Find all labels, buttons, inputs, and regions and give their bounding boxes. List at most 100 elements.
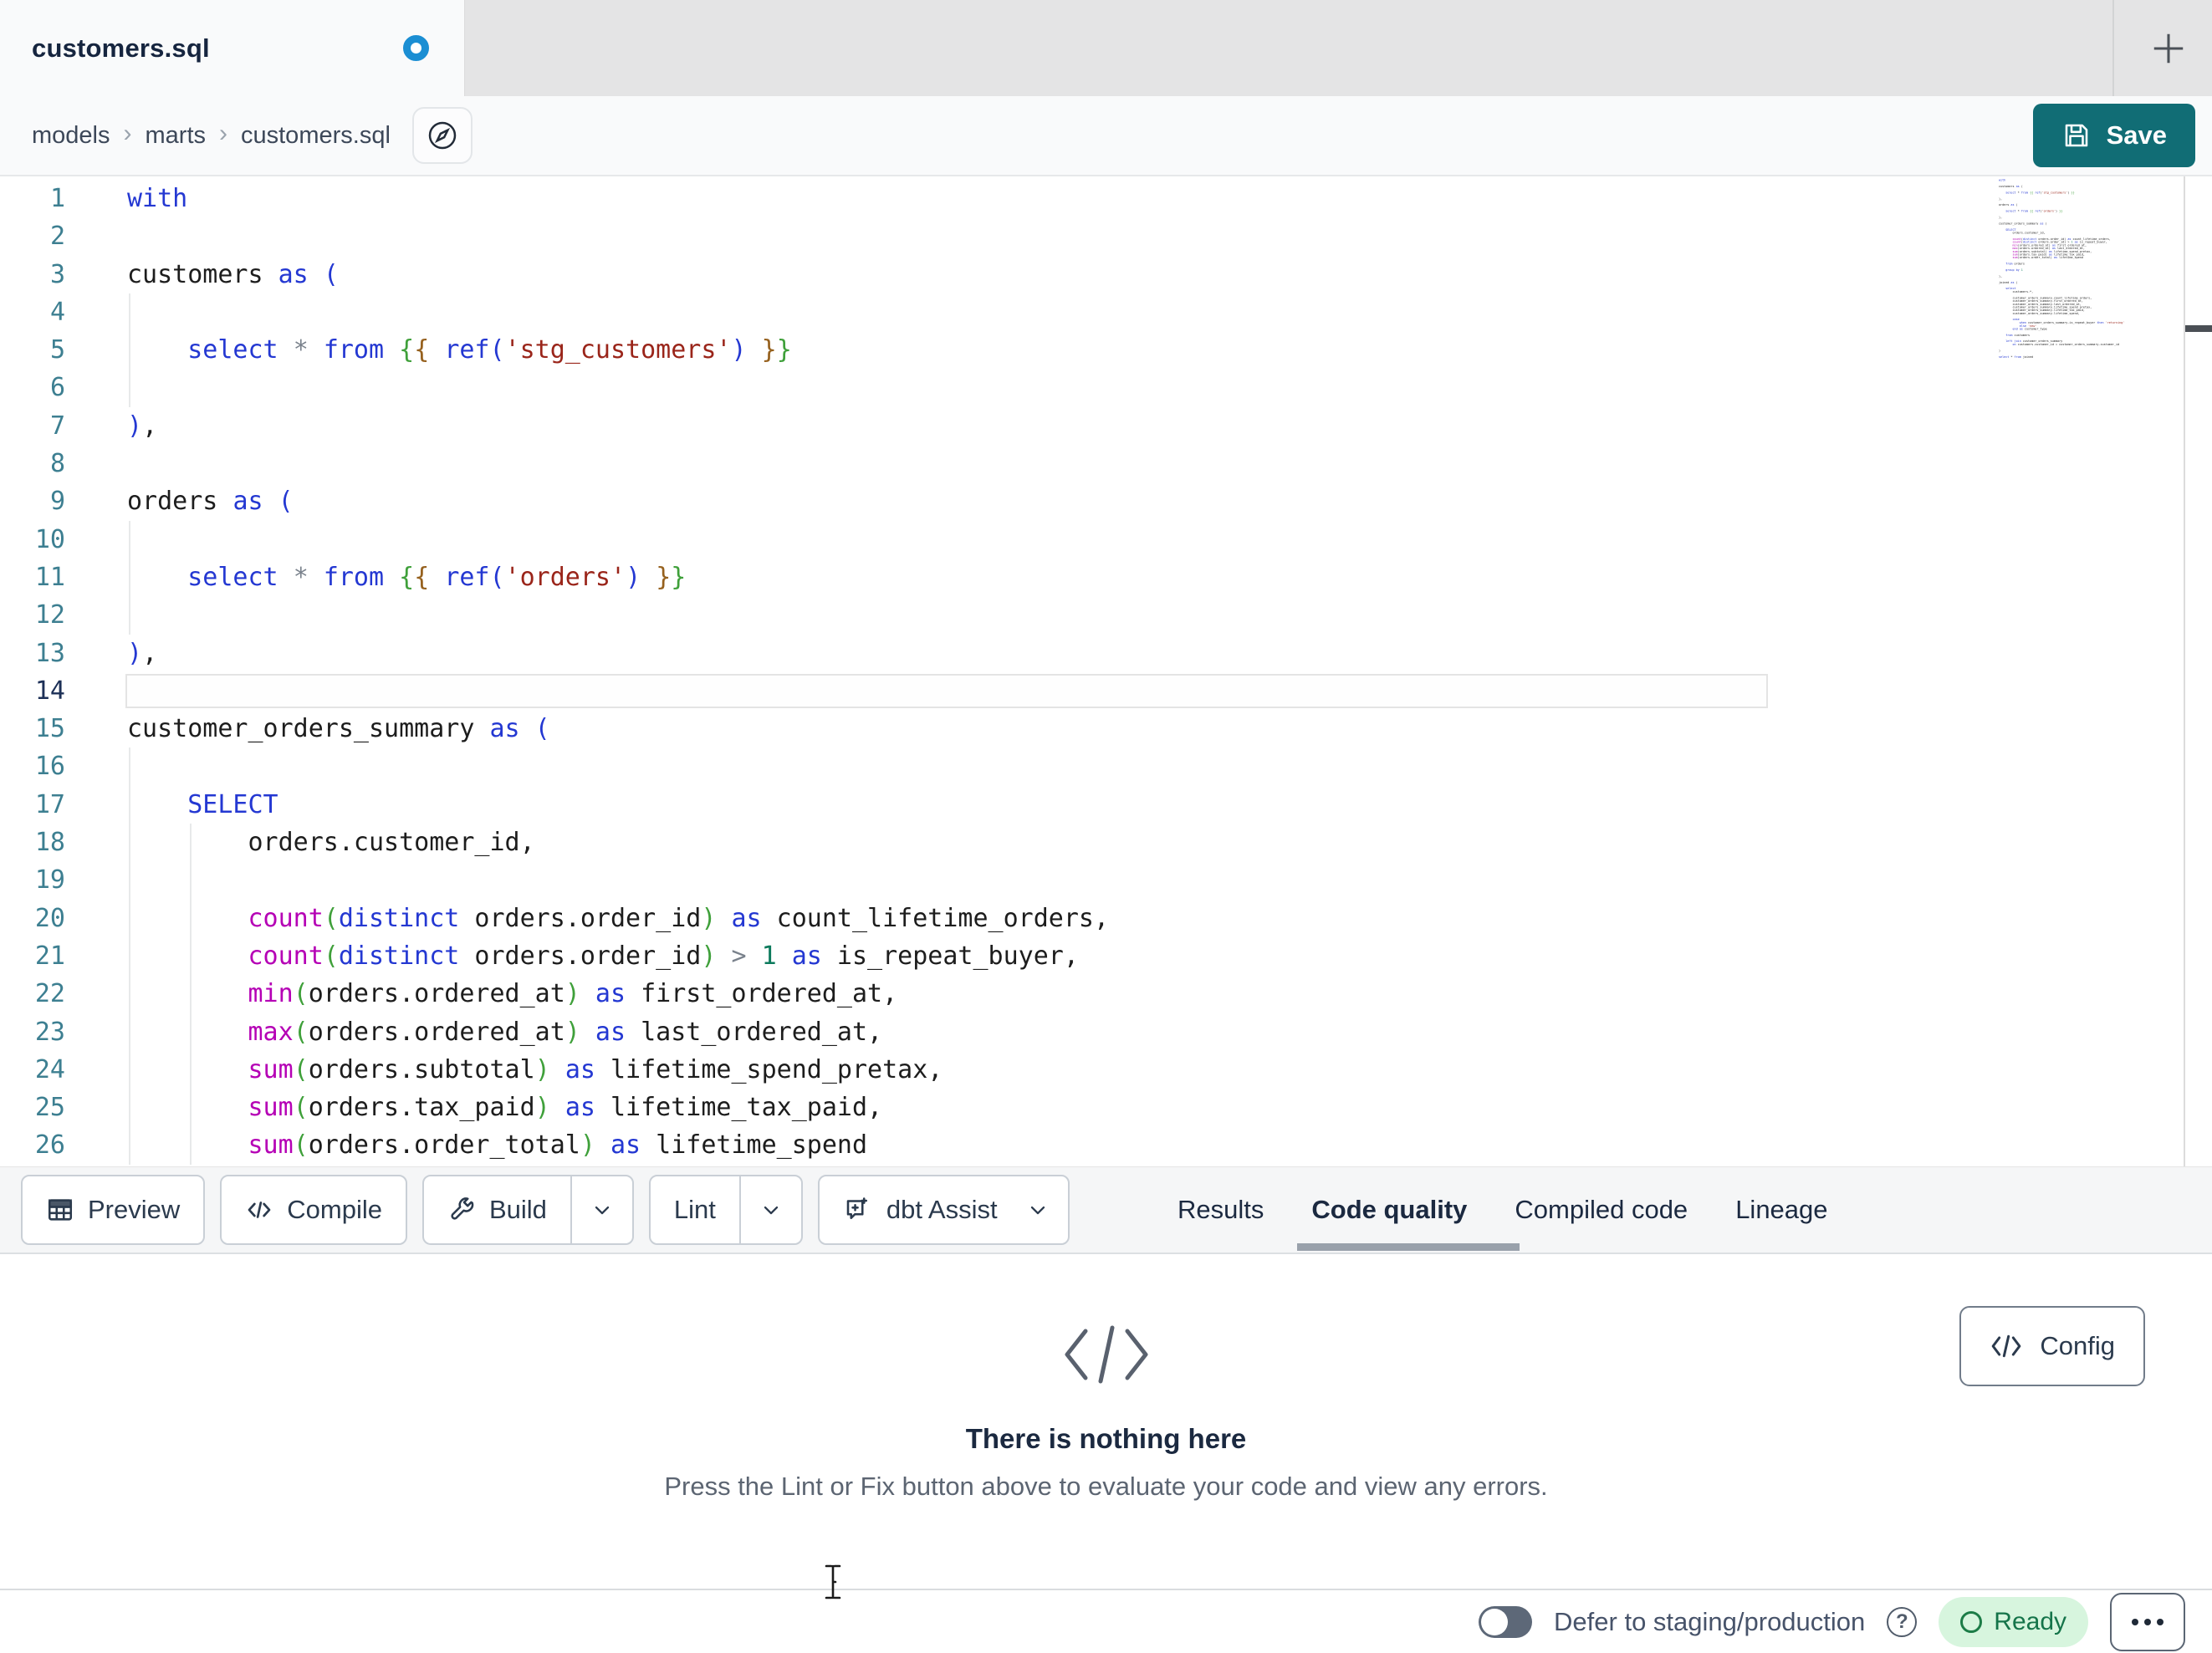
code-line[interactable]: 15 customer_orders_summary as ( xyxy=(0,710,1997,747)
compile-button[interactable]: Compile xyxy=(220,1175,407,1245)
line-number[interactable]: 13 xyxy=(0,635,65,672)
tab-compiled-code[interactable]: Compiled code xyxy=(1515,1195,1688,1225)
code-line[interactable]: 13), xyxy=(0,635,1997,672)
code-text: ), xyxy=(127,411,158,441)
line-number[interactable]: 10 xyxy=(0,521,65,559)
code-line[interactable]: 9 orders as ( xyxy=(0,482,1997,520)
tab-results[interactable]: Results xyxy=(1178,1195,1264,1225)
preview-button[interactable]: Preview xyxy=(21,1175,206,1245)
breadcrumb-file[interactable]: customers.sql xyxy=(241,122,391,150)
active-line-highlight xyxy=(125,673,1768,709)
line-number[interactable]: 24 xyxy=(0,1051,65,1089)
lint-dropdown-button[interactable] xyxy=(738,1176,801,1243)
line-number[interactable]: 1 xyxy=(0,180,65,217)
more-options-button[interactable] xyxy=(2110,1592,2185,1651)
new-tab-button[interactable] xyxy=(2124,0,2212,96)
code-line[interactable]: 16 xyxy=(0,747,1997,786)
tab-lineage[interactable]: Lineage xyxy=(1735,1195,1827,1225)
plus-icon xyxy=(2149,29,2188,68)
code-text: orders as ( xyxy=(127,487,294,517)
code-line[interactable]: 18 orders.customer_id, xyxy=(0,824,1997,862)
line-number[interactable]: 22 xyxy=(0,975,65,1013)
code-line[interactable]: 17 SELECT xyxy=(0,785,1997,824)
code-line[interactable]: 24 sum(orders.subtotal) as lifetime_spen… xyxy=(0,1050,1997,1089)
ready-status-badge[interactable]: Ready xyxy=(1939,1596,2088,1647)
line-number[interactable]: 26 xyxy=(0,1126,65,1164)
line-number[interactable]: 23 xyxy=(0,1013,65,1051)
line-number[interactable]: 21 xyxy=(0,937,65,975)
code-line[interactable]: 19 xyxy=(0,861,1997,900)
indent-guide xyxy=(129,520,130,559)
code-line[interactable]: 14 xyxy=(0,672,1997,710)
save-button[interactable]: Save xyxy=(2032,104,2195,167)
defer-toggle[interactable] xyxy=(1479,1605,1533,1638)
floppy-disk-icon xyxy=(2061,120,2092,151)
navigate-file-tree-button[interactable] xyxy=(411,107,473,164)
code-line[interactable]: 1 with xyxy=(0,180,1997,217)
code-line[interactable]: 20 count(distinct orders.order_id) as co… xyxy=(0,899,1997,937)
line-number[interactable]: 15 xyxy=(0,710,65,747)
ellipsis-icon xyxy=(2132,1618,2138,1625)
code-line[interactable]: 22 min(orders.ordered_at) as first_order… xyxy=(0,975,1997,1013)
indent-guide xyxy=(129,293,130,332)
line-number[interactable]: 18 xyxy=(0,824,65,861)
file-tab-customers-sql[interactable]: customers.sql xyxy=(0,0,465,96)
code-line[interactable]: 21 count(distinct orders.order_id) > 1 a… xyxy=(0,936,1997,976)
compile-button-label: Compile xyxy=(287,1195,382,1224)
scrollbar-marker[interactable] xyxy=(2185,325,2212,332)
unsaved-changes-icon xyxy=(403,35,429,61)
breadcrumb-models[interactable]: models xyxy=(32,122,110,150)
line-number[interactable]: 25 xyxy=(0,1089,65,1126)
chat-sparkle-icon xyxy=(843,1195,873,1225)
code-editor[interactable]: 1 with 2 3 customers as (4 5 select * from {{… xyxy=(0,176,2212,1166)
build-button[interactable]: Build xyxy=(424,1176,570,1243)
code-line[interactable]: 12 xyxy=(0,596,1997,635)
chevron-down-icon xyxy=(759,1198,783,1222)
line-number[interactable]: 12 xyxy=(0,596,65,634)
config-button[interactable]: Config xyxy=(1959,1306,2145,1386)
code-line[interactable]: 2 xyxy=(0,217,1997,255)
line-number[interactable]: 20 xyxy=(0,900,65,937)
line-number[interactable]: 16 xyxy=(0,747,65,785)
panel-tabs: Results Code quality Compiled code Linea… xyxy=(1169,1167,1828,1253)
lint-button[interactable]: Lint xyxy=(651,1176,739,1243)
help-icon[interactable]: ? xyxy=(1887,1606,1918,1637)
line-number[interactable]: 8 xyxy=(0,445,65,482)
line-number[interactable]: 19 xyxy=(0,861,65,899)
line-number[interactable]: 7 xyxy=(0,407,65,445)
build-dropdown-button[interactable] xyxy=(570,1176,632,1243)
lint-split-button: Lint xyxy=(648,1175,803,1245)
code-line[interactable]: 7), xyxy=(0,407,1997,445)
dbt-assist-dropdown[interactable] xyxy=(1021,1176,1068,1243)
code-line[interactable]: 11 select * from {{ ref('orders') }} xyxy=(0,558,1997,597)
code-brackets-icon xyxy=(245,1196,273,1224)
code-text: with xyxy=(127,184,188,213)
table-grid-icon xyxy=(46,1196,74,1224)
code-quality-panel: There is nothing here Press the Lint or … xyxy=(0,1256,2212,1589)
code-lines[interactable]: 1 with 2 3 customers as (4 5 select * from {{… xyxy=(0,180,1997,1165)
tab-code-quality[interactable]: Code quality xyxy=(1311,1195,1467,1225)
code-line[interactable]: 5 select * from {{ ref('stg_customers') … xyxy=(0,331,1997,370)
line-number[interactable]: 17 xyxy=(0,786,65,824)
code-line[interactable]: 23 max(orders.ordered_at) as last_ordere… xyxy=(0,1013,1997,1051)
code-line[interactable]: 26 sum(orders.order_total) as lifetime_s… xyxy=(0,1126,1997,1165)
code-line[interactable]: 3 customers as ( xyxy=(0,256,1997,293)
code-line[interactable]: 10 xyxy=(0,520,1997,559)
dbt-assist-button[interactable]: dbt Assist xyxy=(817,1175,1070,1245)
line-number[interactable]: 4 xyxy=(0,293,65,331)
editor-minimap[interactable]: with customers as ( select * from {{ ref… xyxy=(1999,179,2183,1166)
empty-state-title: There is nothing here xyxy=(965,1423,1247,1454)
breadcrumb-marts[interactable]: marts xyxy=(146,122,207,150)
line-number[interactable]: 11 xyxy=(0,559,65,596)
code-line[interactable]: 6 xyxy=(0,369,1997,407)
line-number[interactable]: 5 xyxy=(0,331,65,369)
code-line[interactable]: 4 xyxy=(0,293,1997,332)
code-line[interactable]: 8 xyxy=(0,445,1997,482)
code-line[interactable]: 25 sum(orders.tax_paid) as lifetime_tax_… xyxy=(0,1089,1997,1127)
line-number[interactable]: 14 xyxy=(0,672,65,710)
line-number[interactable]: 9 xyxy=(0,482,65,520)
text-ibeam-cursor xyxy=(821,1564,845,1600)
line-number[interactable]: 6 xyxy=(0,369,65,406)
line-number[interactable]: 3 xyxy=(0,256,65,293)
line-number[interactable]: 2 xyxy=(0,217,65,255)
